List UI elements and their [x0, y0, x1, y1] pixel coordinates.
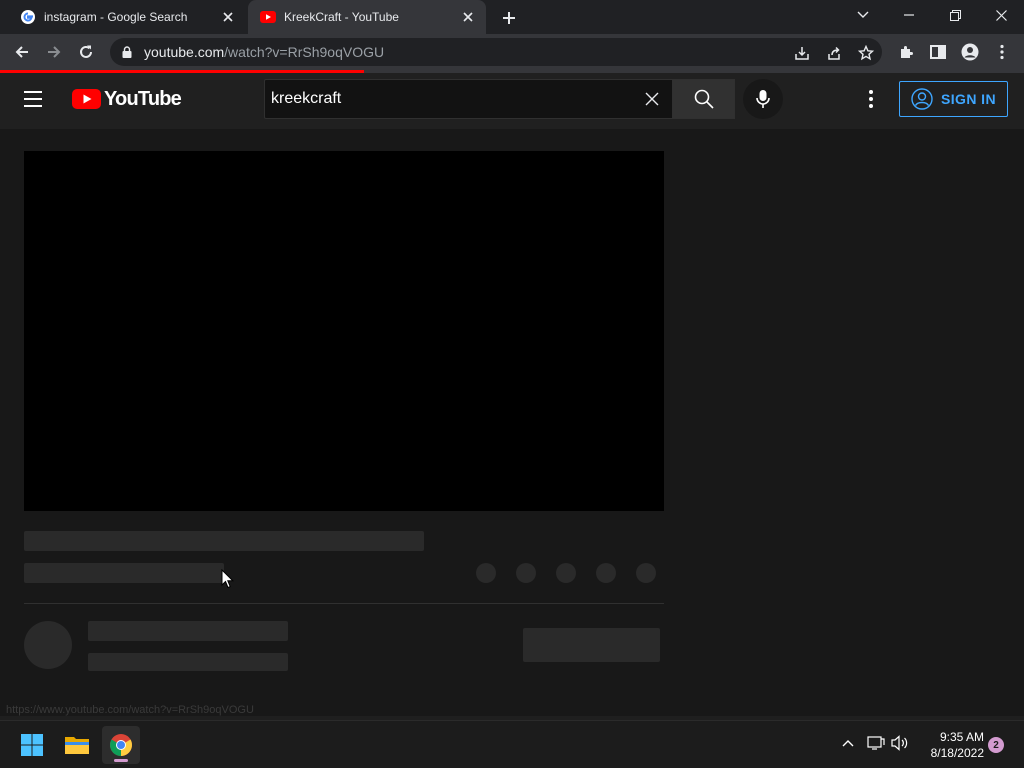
action-placeholder: [596, 563, 616, 583]
microphone-icon: [756, 90, 770, 108]
close-tab-icon[interactable]: [460, 9, 476, 25]
youtube-icon: [260, 9, 276, 25]
divider: [24, 603, 664, 604]
mouse-pointer-icon: [221, 568, 235, 594]
system-clock[interactable]: 9:35 AM 8/18/2022: [916, 729, 984, 761]
action-placeholder: [516, 563, 536, 583]
minimize-button[interactable]: [886, 0, 932, 30]
lock-icon[interactable]: [120, 45, 134, 59]
google-icon: [20, 9, 36, 25]
channel-name-placeholder: [88, 621, 288, 641]
close-tab-icon[interactable]: [220, 9, 236, 25]
install-app-icon[interactable]: [793, 44, 811, 62]
browser-tab-strip: instagram - Google Search KreekCraft - Y…: [0, 0, 1024, 34]
volume-icon[interactable]: [890, 733, 910, 753]
action-placeholder: [476, 563, 496, 583]
clear-search-icon[interactable]: [642, 89, 662, 109]
windows-taskbar: 9:35 AM 8/18/2022 2: [0, 720, 1024, 768]
chrome-icon: [110, 734, 132, 756]
action-placeholder: [636, 563, 656, 583]
tab-title: instagram - Google Search: [44, 10, 188, 24]
tab-title: KreekCraft - YouTube: [284, 10, 399, 24]
share-icon[interactable]: [825, 44, 843, 62]
youtube-play-icon: [72, 89, 101, 109]
youtube-header: YouTube SIGN IN: [0, 73, 1024, 129]
new-tab-button[interactable]: [498, 7, 520, 29]
side-panel-icon[interactable]: [928, 42, 948, 62]
reload-button[interactable]: [72, 38, 100, 66]
active-app-indicator: [114, 759, 128, 762]
video-player[interactable]: [24, 151, 664, 511]
clock-time: 9:35 AM: [939, 730, 984, 744]
youtube-logo[interactable]: YouTube: [72, 87, 182, 110]
tab-kreekcraft-youtube[interactable]: KreekCraft - YouTube: [248, 0, 486, 34]
start-button[interactable]: [13, 726, 51, 764]
search-button[interactable]: [672, 79, 735, 119]
search-input[interactable]: [271, 90, 631, 108]
channel-avatar-placeholder: [24, 621, 72, 669]
close-window-button[interactable]: [978, 0, 1024, 30]
view-count-placeholder: [24, 563, 224, 583]
chrome-taskbar-button[interactable]: [102, 726, 140, 764]
url-path: /watch?v=RrSh9oqVOGU: [224, 44, 385, 60]
notification-badge[interactable]: 2: [988, 737, 1004, 753]
tab-search-chevron-icon[interactable]: [840, 0, 886, 30]
forward-button[interactable]: [40, 38, 68, 66]
search-box[interactable]: [264, 79, 672, 119]
network-icon[interactable]: [866, 733, 886, 753]
voice-search-button[interactable]: [743, 79, 783, 119]
address-bar[interactable]: youtube.com/watch?v=RrSh9oqVOGU: [110, 38, 882, 66]
chrome-menu-icon[interactable]: [992, 42, 1012, 62]
clock-date: 8/18/2022: [930, 746, 984, 760]
guide-menu-icon[interactable]: [24, 87, 48, 111]
screen: instagram - Google Search KreekCraft - Y…: [0, 0, 1024, 768]
sign-in-label: SIGN IN: [941, 91, 996, 107]
sign-in-button[interactable]: SIGN IN: [899, 81, 1008, 117]
tab-google-search[interactable]: instagram - Google Search: [8, 0, 246, 34]
watch-page: https://www.youtube.com/watch?v=RrSh9oqV…: [0, 129, 1024, 716]
title-placeholder: [24, 531, 424, 551]
account-icon: [911, 88, 933, 110]
link-status-url: https://www.youtube.com/watch?v=RrSh9oqV…: [6, 704, 254, 716]
address-url: youtube.com/watch?v=RrSh9oqVOGU: [144, 44, 384, 60]
settings-menu-icon[interactable]: [859, 87, 883, 111]
back-button[interactable]: [8, 38, 36, 66]
subscribe-button-placeholder: [523, 628, 660, 662]
profile-icon[interactable]: [960, 42, 980, 62]
extensions-icon[interactable]: [896, 42, 916, 62]
youtube-wordmark: YouTube: [104, 87, 182, 110]
url-domain: youtube.com: [144, 44, 225, 60]
bookmark-star-icon[interactable]: [857, 44, 875, 62]
windows-logo-icon: [21, 734, 43, 756]
subscriber-count-placeholder: [88, 653, 288, 671]
action-placeholder: [556, 563, 576, 583]
browser-toolbar: youtube.com/watch?v=RrSh9oqVOGU: [0, 34, 1024, 70]
file-explorer-button[interactable]: [58, 726, 96, 764]
folder-icon: [65, 737, 89, 754]
show-hidden-icons-chevron-icon[interactable]: [838, 733, 858, 753]
search-icon: [694, 89, 714, 109]
restore-button[interactable]: [932, 0, 978, 30]
